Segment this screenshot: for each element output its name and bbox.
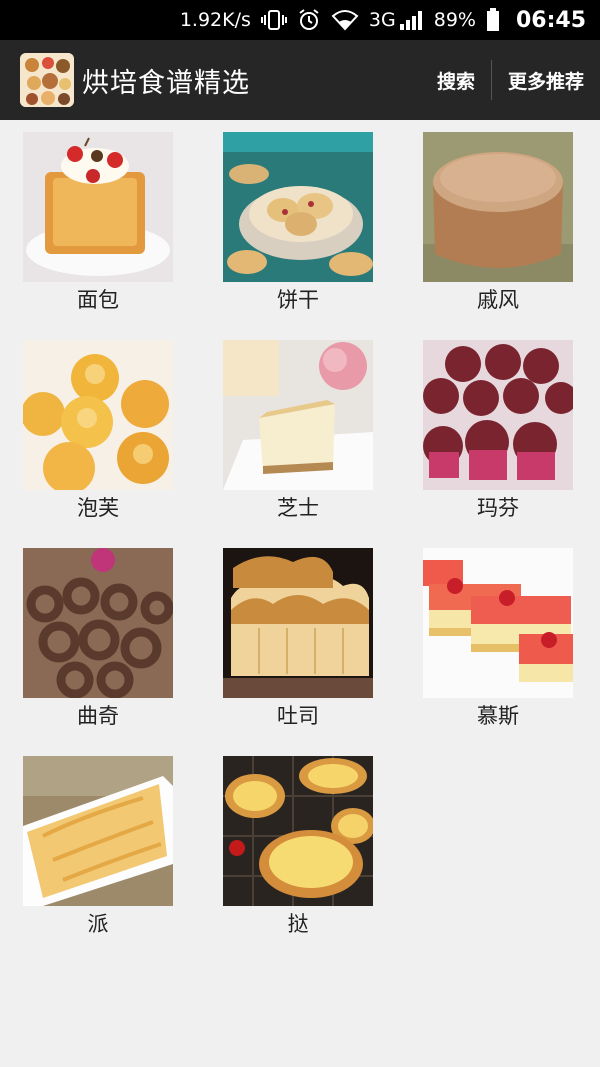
- category-item-chiffon[interactable]: 戚风: [400, 120, 600, 328]
- category-item-pie[interactable]: 派: [0, 744, 200, 952]
- clock: 06:45: [515, 7, 586, 33]
- wifi-icon: [331, 9, 359, 31]
- category-label: 吐司: [277, 704, 319, 728]
- search-button[interactable]: 搜索: [421, 67, 491, 94]
- more-recommendations-button[interactable]: 更多推荐: [492, 67, 600, 94]
- category-label: 玛芬: [477, 496, 519, 520]
- category-item-butter-cookies[interactable]: 曲奇: [0, 536, 200, 744]
- category-item-tart[interactable]: 挞: [200, 744, 400, 952]
- battery-icon: [486, 8, 500, 32]
- pie-image: [23, 756, 173, 906]
- butter-cookies-image: [23, 548, 173, 698]
- category-item-toast[interactable]: 吐司: [200, 536, 400, 744]
- category-label: 泡芙: [77, 496, 119, 520]
- cookies-image: [223, 132, 373, 282]
- page-title: 烘培食谱精选: [82, 67, 250, 99]
- chiffon-image: [423, 132, 573, 282]
- app-logo-icon: [20, 53, 74, 107]
- signal-icon: 3G: [369, 9, 424, 31]
- category-item-cookies[interactable]: 饼干: [200, 120, 400, 328]
- category-label: 曲奇: [77, 704, 119, 728]
- category-item-bread[interactable]: 面包: [0, 120, 200, 328]
- category-item-mousse[interactable]: 慕斯: [400, 536, 600, 744]
- status-bar: 1.92K/s 3G 89% 06:45: [0, 0, 600, 40]
- bread-image: [23, 132, 173, 282]
- mousse-image: [423, 548, 573, 698]
- cheesecake-image: [223, 340, 373, 490]
- category-label: 戚风: [477, 288, 519, 312]
- category-label: 芝士: [277, 496, 319, 520]
- category-item-muffins[interactable]: 玛芬: [400, 328, 600, 536]
- category-label: 面包: [77, 288, 119, 312]
- app-bar: 烘培食谱精选 搜索 更多推荐: [0, 40, 600, 120]
- category-label: 挞: [287, 912, 309, 936]
- toast-image: [223, 548, 373, 698]
- network-type: 3G: [368, 9, 396, 31]
- alarm-icon: [297, 8, 321, 32]
- tart-image: [223, 756, 373, 906]
- muffins-image: [423, 340, 573, 490]
- battery-percent: 89%: [433, 9, 476, 31]
- vibrate-icon: [260, 9, 287, 31]
- category-item-cheesecake[interactable]: 芝士: [200, 328, 400, 536]
- category-label: 饼干: [277, 288, 319, 312]
- category-item-puffs[interactable]: 泡芙: [0, 328, 200, 536]
- category-label: 派: [87, 912, 109, 936]
- puffs-image: [23, 340, 173, 490]
- category-label: 慕斯: [477, 704, 519, 728]
- network-speed: 1.92K/s: [179, 9, 251, 31]
